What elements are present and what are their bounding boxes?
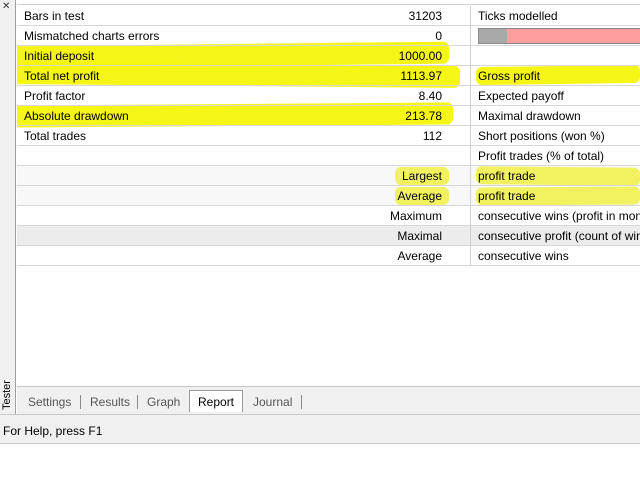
report-row: Average consecutive wins — [17, 246, 640, 266]
column-divider — [470, 206, 471, 226]
report-row: Maximum consecutive wins (profit in mone… — [17, 206, 640, 226]
row-right-label: Maximal drawdown — [478, 109, 581, 123]
tester-tab-bar: Settings Results Graph Report Journal — [17, 386, 640, 414]
row-right-label: profit trade — [478, 189, 536, 203]
row-value: 1113.97 — [400, 69, 442, 83]
report-row: Absolute drawdown 213.78 Maximal drawdow… — [17, 106, 640, 126]
column-divider — [470, 186, 471, 206]
report-row: Bars in test 31203 Ticks modelled — [17, 6, 640, 26]
tab-graph[interactable]: Graph — [147, 394, 180, 412]
row-right-label: consecutive wins — [478, 249, 569, 263]
row-label — [24, 146, 224, 166]
tab-report[interactable]: Report — [189, 390, 244, 412]
row-value: 1000.00 — [398, 49, 442, 63]
row-right-label: consecutive wins (profit in money) — [478, 209, 640, 223]
row-label — [24, 186, 224, 206]
modelling-quality-fill — [479, 29, 507, 43]
column-divider — [470, 106, 471, 126]
modelling-quality-bar — [478, 28, 640, 44]
row-right-label — [478, 46, 640, 66]
row-label: Initial deposit — [24, 49, 95, 63]
row-value: Average — [397, 189, 442, 203]
report-row: Initial deposit 1000.00 — [17, 46, 640, 66]
report-row: Largest profit trade — [17, 166, 640, 186]
tab-journal[interactable]: Journal — [253, 394, 292, 412]
row-value: 31203 — [408, 9, 442, 23]
row-label: Total net profit — [24, 69, 100, 83]
report-row: Profit factor 8.40 Expected payoff — [17, 86, 640, 106]
tab-separator — [301, 395, 302, 409]
row-label — [24, 246, 224, 266]
row-value: 112 — [422, 129, 442, 143]
row-right-label: Profit trades (% of total) — [478, 149, 605, 163]
report-row: Mismatched charts errors 0 — [17, 26, 640, 46]
column-divider — [470, 86, 471, 106]
row-label: Absolute drawdown — [24, 109, 129, 123]
report-top-border — [17, 0, 640, 5]
row-label: Profit factor — [24, 89, 86, 103]
tab-separator — [137, 395, 138, 409]
tab-settings[interactable]: Settings — [28, 394, 71, 412]
column-divider — [470, 126, 471, 146]
report-row: Profit trades (% of total) — [17, 146, 640, 166]
report-row: Average profit trade — [17, 186, 640, 206]
row-value — [217, 146, 442, 166]
row-label: Mismatched charts errors — [24, 29, 160, 43]
row-right-label: profit trade — [478, 169, 536, 183]
row-label — [24, 166, 224, 186]
close-icon[interactable]: ✕ — [2, 2, 10, 12]
column-divider — [470, 246, 471, 266]
tab-separator — [80, 395, 81, 409]
status-bar: For Help, press F1 — [0, 414, 640, 444]
status-text: For Help, press F1 — [3, 424, 103, 438]
column-divider — [470, 146, 471, 166]
column-divider — [470, 26, 471, 46]
row-value: 8.40 — [418, 89, 442, 103]
tester-sidebar: ✕ Tester — [0, 0, 16, 414]
row-right-label: Short positions (won %) — [478, 129, 605, 143]
row-value: Maximal — [397, 229, 442, 243]
row-right-label: consecutive profit (count of wins) — [478, 229, 640, 243]
row-label: Total trades — [24, 129, 87, 143]
row-value: 213.78 — [405, 109, 442, 123]
tester-label: Tester — [1, 380, 13, 410]
report-row: Total net profit 1113.97 Gross profit — [17, 66, 640, 86]
row-label — [24, 206, 224, 226]
report-row: Total trades 112 Short positions (won %) — [17, 126, 640, 146]
row-value: Largest — [401, 169, 442, 183]
row-right-label: Gross profit — [478, 69, 541, 83]
row-value: Average — [397, 249, 442, 263]
column-divider — [470, 166, 471, 186]
row-value: 0 — [435, 29, 442, 43]
column-divider — [470, 6, 471, 26]
column-divider — [470, 66, 471, 86]
column-divider — [470, 46, 471, 66]
row-value: Maximum — [389, 209, 442, 223]
row-right-label: Ticks modelled — [478, 9, 558, 23]
column-divider — [470, 226, 471, 246]
row-label: Bars in test — [24, 9, 85, 23]
report-row: Maximal consecutive profit (count of win… — [17, 226, 640, 246]
report-panel: Bars in test 31203 Ticks modelled Mismat… — [17, 0, 640, 386]
row-right-label: Expected payoff — [478, 89, 564, 103]
row-label — [24, 226, 224, 246]
tab-results[interactable]: Results — [90, 394, 130, 412]
